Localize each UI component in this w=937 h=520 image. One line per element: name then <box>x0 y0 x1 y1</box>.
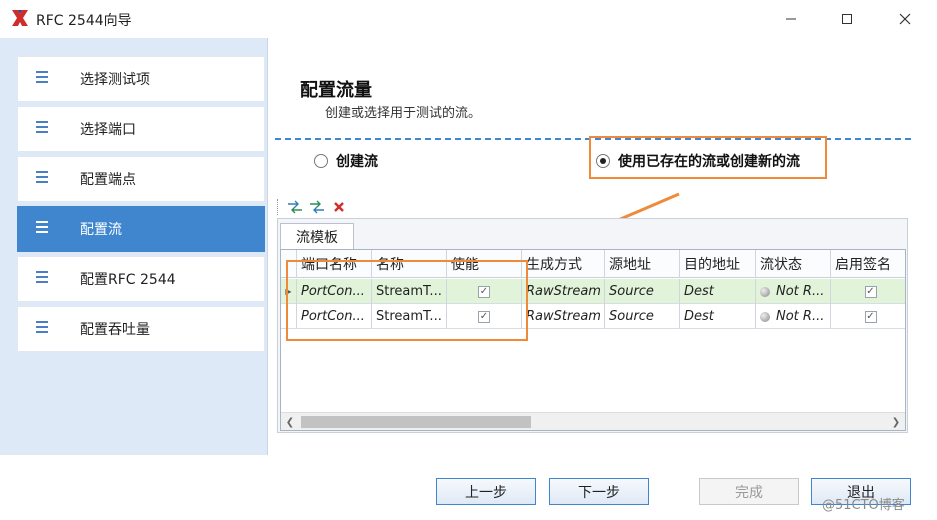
title-bar: RFC 2544向导 <box>0 0 937 38</box>
delete-button[interactable] <box>329 198 349 216</box>
cell-status-text: Not R... <box>776 309 825 324</box>
sidebar-item-select-tests[interactable]: 选择测试项 <box>17 56 265 102</box>
column-header-source[interactable]: 源地址 <box>605 250 680 278</box>
page-subtitle: 创建或选择用于测试的流。 <box>325 106 482 121</box>
previous-button[interactable]: 上一步 <box>436 478 536 505</box>
sidebar-item-label: 配置流 <box>80 222 122 238</box>
list-icon <box>36 171 48 185</box>
watermark: @51CTO博客 <box>822 498 905 513</box>
sidebar-item-config-streams[interactable]: 配置流 <box>17 206 265 252</box>
wizard-window: RFC 2544向导 选择测试项 选择端口 配置端点 配置流 配置RFC 254… <box>0 0 937 520</box>
scroll-left-icon[interactable]: ❮ <box>283 415 297 429</box>
minimize-button[interactable] <box>768 0 814 38</box>
signature-checkbox[interactable]: ✓ <box>864 285 877 298</box>
sidebar-item-label: 配置端点 <box>80 172 136 188</box>
sidebar-item-label: 配置吞吐量 <box>80 322 150 338</box>
column-header-signature[interactable]: 启用签名 <box>831 250 905 278</box>
tab-stream-template[interactable]: 流模板 <box>280 223 354 249</box>
app-logo-icon <box>12 10 28 26</box>
create-stream-label: 创建流 <box>336 154 378 170</box>
edit-stream-button[interactable] <box>307 198 327 216</box>
edit-stream-icon <box>310 200 324 214</box>
horizontal-scrollbar[interactable]: ❮ ❯ <box>281 412 905 430</box>
cell-signature[interactable]: ✓ <box>831 279 905 304</box>
close-icon <box>899 13 911 25</box>
wizard-footer: 上一步 下一步 完成 退出 <box>0 455 937 520</box>
sidebar-item-label: 配置RFC 2544 <box>80 272 176 288</box>
cell-source[interactable]: Source <box>605 304 680 329</box>
next-button[interactable]: 下一步 <box>549 478 649 505</box>
main-panel: 配置流量 创建或选择用于测试的流。 创建流 使用已存在的流或创建新的流 流模板 … <box>269 38 937 455</box>
sidebar-item-config-throughput[interactable]: 配置吞吐量 <box>17 306 265 352</box>
status-dot-icon <box>760 311 770 322</box>
status-dot-icon <box>760 286 770 297</box>
column-header-destination[interactable]: 目的地址 <box>680 250 756 278</box>
cell-status-text: Not R... <box>776 284 825 299</box>
finish-button[interactable]: 完成 <box>699 478 799 505</box>
sidebar-item-label: 选择测试项 <box>80 72 150 88</box>
create-stream-option[interactable]: 创建流 <box>314 151 378 171</box>
sidebar-item-config-endpoints[interactable]: 配置端点 <box>17 156 265 202</box>
cell-source[interactable]: Source <box>605 279 680 304</box>
annotation-highlight-radio <box>589 136 827 179</box>
list-icon <box>36 121 48 135</box>
page-title: 配置流量 <box>300 80 372 101</box>
sidebar-item-config-rfc2544[interactable]: 配置RFC 2544 <box>17 256 265 302</box>
add-stream-icon <box>288 200 302 214</box>
cell-generation[interactable]: RawStream <box>522 279 605 304</box>
cell-destination[interactable]: Dest <box>680 304 756 329</box>
list-icon <box>36 221 48 235</box>
cell-status[interactable]: Not R... <box>756 304 831 329</box>
annotation-highlight-columns <box>286 260 528 341</box>
close-button[interactable] <box>882 0 928 38</box>
add-stream-button[interactable] <box>285 198 305 216</box>
grid-toolbar <box>277 196 351 218</box>
window-title: RFC 2544向导 <box>36 13 132 29</box>
wizard-sidebar: 选择测试项 选择端口 配置端点 配置流 配置RFC 2544 配置吞吐量 <box>0 38 268 455</box>
scroll-right-icon[interactable]: ❯ <box>889 415 903 429</box>
delete-icon <box>334 202 344 212</box>
signature-checkbox[interactable]: ✓ <box>864 310 877 323</box>
create-stream-radio[interactable] <box>314 154 328 168</box>
maximize-button[interactable] <box>824 0 870 38</box>
column-header-generation[interactable]: 生成方式 <box>522 250 605 278</box>
sidebar-item-select-ports[interactable]: 选择端口 <box>17 106 265 152</box>
cell-destination[interactable]: Dest <box>680 279 756 304</box>
cell-status[interactable]: Not R... <box>756 279 831 304</box>
cell-signature[interactable]: ✓ <box>831 304 905 329</box>
minimize-icon <box>786 18 796 20</box>
list-icon <box>36 271 48 285</box>
list-icon <box>36 71 48 85</box>
toolbar-grip <box>277 199 281 215</box>
sidebar-item-label: 选择端口 <box>80 122 136 138</box>
cell-generation[interactable]: RawStream <box>522 304 605 329</box>
list-icon <box>36 321 48 335</box>
scrollbar-thumb[interactable] <box>301 416 531 428</box>
maximize-icon <box>842 14 852 24</box>
column-header-status[interactable]: 流状态 <box>756 250 831 278</box>
